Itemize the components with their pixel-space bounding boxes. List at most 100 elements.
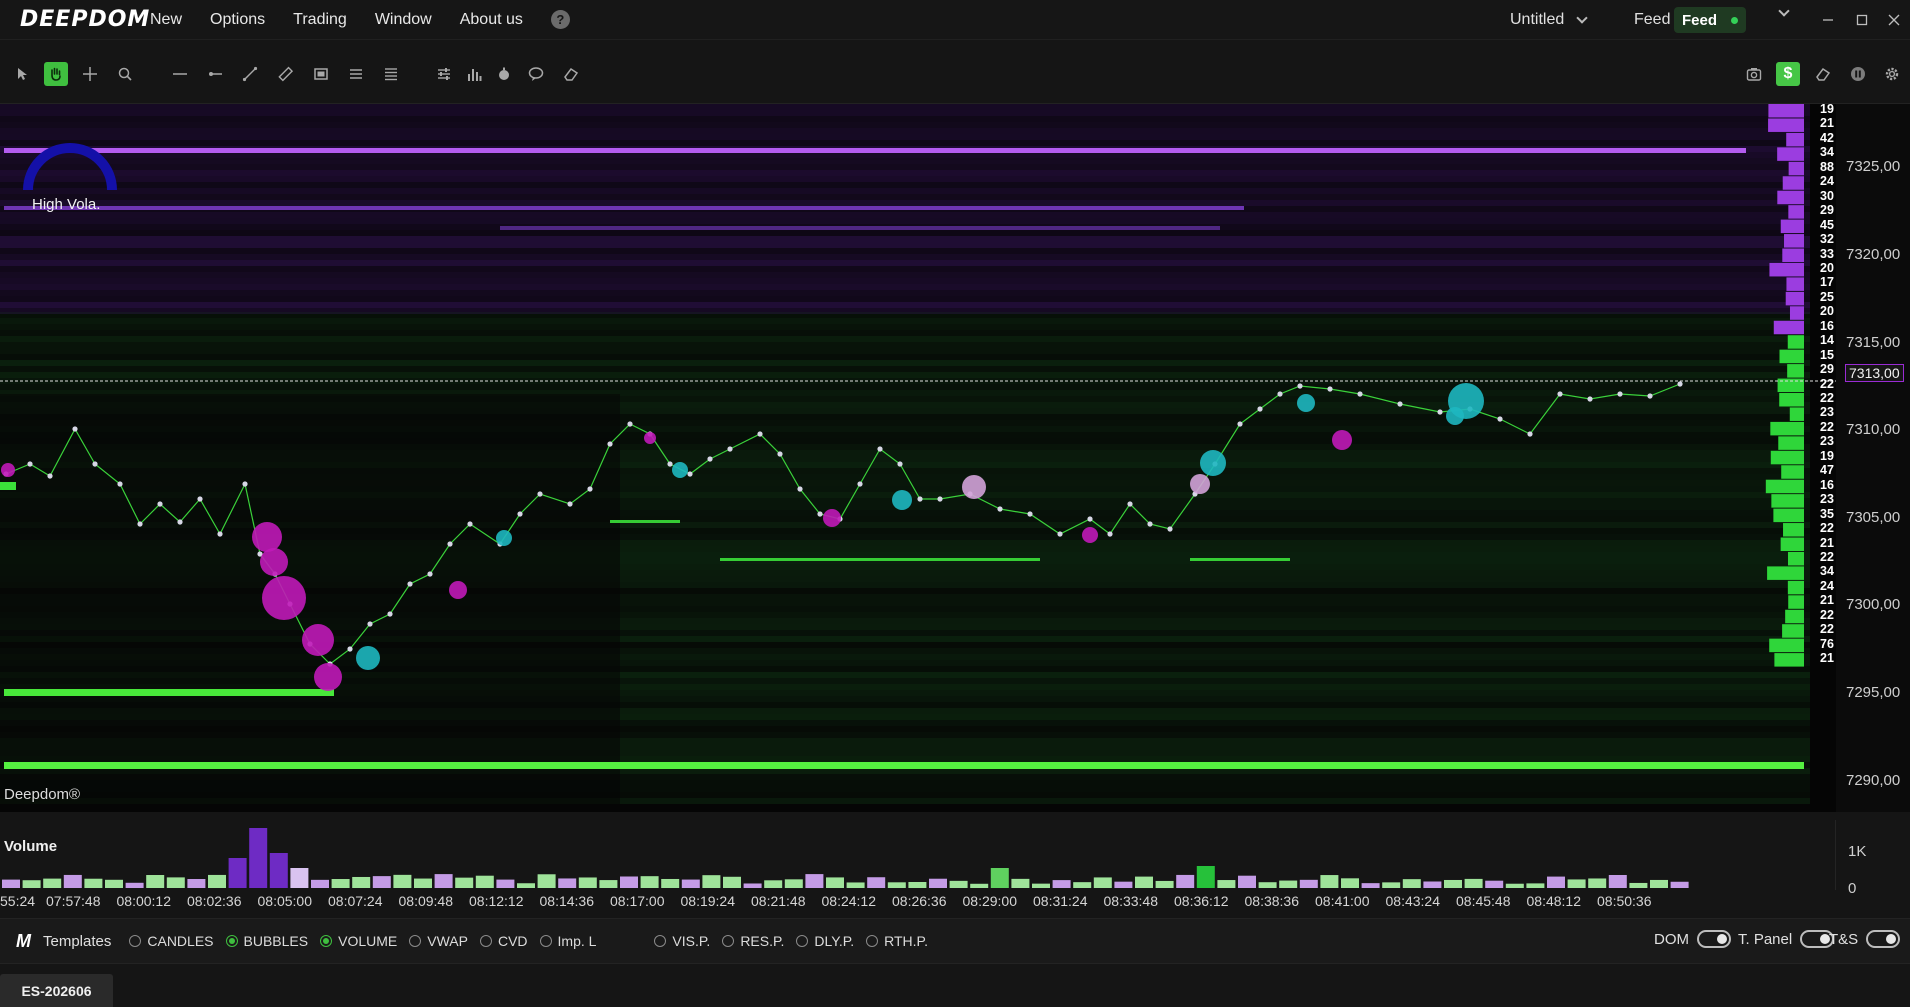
menu-options[interactable]: Options	[210, 11, 265, 29]
price-axis[interactable]: 7325,00 7320,00 7315,00 7310,00 7305,00 …	[1836, 104, 1910, 812]
rectangle-tool[interactable]	[309, 62, 333, 86]
trade-dot	[727, 446, 733, 452]
bid-liquidity-line	[4, 762, 1804, 769]
trade-dot	[467, 521, 473, 527]
ladder-size: 47	[1820, 463, 1834, 478]
bid-profile-bar	[1782, 624, 1804, 638]
timer-tool[interactable]	[492, 62, 516, 86]
list-alt-tool[interactable]	[379, 62, 403, 86]
workspace-selector[interactable]: Untitled	[1510, 0, 1588, 40]
profile-rth[interactable]: RTH.P.	[866, 933, 928, 949]
indicator-bubbles[interactable]: BUBBLES	[225, 933, 308, 949]
trading-mode-button[interactable]: $	[1776, 62, 1800, 86]
close-button[interactable]	[1882, 8, 1906, 32]
menu-window[interactable]: Window	[375, 11, 432, 29]
trendline-tool[interactable]	[238, 62, 262, 86]
time-sales-toggle[interactable]: T&S	[1829, 930, 1901, 948]
time-tick: 08:19:24	[680, 893, 736, 909]
volume-bar	[393, 874, 412, 888]
bar-chart-tool[interactable]	[462, 62, 486, 86]
ask-profile-bar	[1768, 118, 1804, 132]
ladder-size: 45	[1820, 217, 1834, 232]
heatmap-bid-band	[0, 360, 1810, 366]
crosshair-tool[interactable]	[78, 62, 102, 86]
screenshot-button[interactable]	[1742, 62, 1766, 86]
heatmap-ask-band	[0, 158, 1810, 164]
brand-watermark: Deepdom®	[4, 786, 81, 803]
ask-profile-bar	[1786, 132, 1804, 147]
ladder-size: 76	[1820, 636, 1834, 651]
pause-button[interactable]	[1846, 62, 1870, 86]
hand-tool[interactable]	[44, 62, 68, 86]
volume-bar	[640, 876, 659, 888]
toggle-label: DOM	[1654, 930, 1689, 948]
ask-profile-bar	[1786, 277, 1804, 291]
ask-profile-bar	[1780, 219, 1804, 234]
heatmap-ask-band	[0, 302, 1810, 308]
menu-trading[interactable]: Trading	[293, 11, 347, 29]
trade-dot	[707, 456, 713, 462]
heatmap-ask-band	[0, 194, 1810, 200]
menu-about-us[interactable]: About us	[460, 11, 523, 29]
volume-bar	[1444, 879, 1462, 888]
heatmap-bid-band	[0, 324, 1810, 330]
time-tick: 08:36:12	[1174, 893, 1229, 909]
profile-label: RES.P.	[740, 933, 785, 949]
heatmap-ask-band	[0, 140, 1810, 146]
sliders-icon	[438, 68, 450, 80]
indicator-vwap[interactable]: VWAP	[409, 933, 468, 949]
profile-vis[interactable]: VIS.P.	[654, 933, 710, 949]
maximize-button[interactable]	[1850, 8, 1874, 32]
indicator-label: CVD	[497, 933, 528, 949]
profile-dly[interactable]: DLY.P.	[796, 933, 854, 949]
feed-chevron-down-icon[interactable]	[1778, 5, 1790, 17]
profile-res[interactable]: RES.P.	[722, 933, 784, 949]
minimize-button[interactable]	[1816, 8, 1840, 32]
ray-tool[interactable]	[203, 62, 227, 86]
radio-icon	[479, 935, 492, 947]
list-tool[interactable]	[344, 62, 368, 86]
trade-dot	[27, 461, 33, 467]
trade-dot	[1527, 431, 1533, 437]
heatmap-ask-band	[0, 134, 1810, 140]
hline-tool[interactable]	[168, 62, 192, 86]
heatmap-canvas[interactable]	[0, 104, 1910, 812]
ladder-size: 34	[1820, 145, 1834, 160]
pointer-tool[interactable]	[10, 62, 34, 86]
trading-panel-toggle[interactable]: T. Panel	[1738, 930, 1835, 948]
list-alt-icon	[385, 68, 397, 81]
trade-dot	[877, 446, 883, 452]
toggle-switch-icon[interactable]	[1866, 930, 1901, 948]
volume-bar	[1382, 882, 1401, 888]
settings-button[interactable]	[1880, 62, 1904, 86]
zoom-tool[interactable]	[113, 62, 137, 86]
symbol-tab[interactable]: ES-202606	[0, 974, 113, 1007]
trade-dot	[92, 461, 98, 467]
indicator-cvd[interactable]: CVD	[479, 933, 528, 949]
ladder-size: 21	[1820, 116, 1834, 131]
volume-bar	[1135, 876, 1153, 888]
clear-drawings-button[interactable]	[1811, 62, 1835, 86]
comment-tool[interactable]	[524, 62, 548, 86]
menu-new[interactable]: New	[150, 11, 182, 29]
time-tick: 08:07:24	[328, 893, 383, 909]
indicator-candles[interactable]: CANDLES	[129, 933, 214, 949]
indicator-imp-l[interactable]: Imp. L	[539, 933, 596, 949]
toggle-switch-icon[interactable]	[1697, 930, 1731, 948]
templates-button[interactable]: Templates	[43, 933, 111, 950]
eraser-tool[interactable]	[559, 62, 583, 86]
volume-bar	[1032, 883, 1050, 888]
radio-icon	[796, 935, 809, 947]
help-icon[interactable]: ?	[550, 10, 570, 29]
volume-bar	[1423, 881, 1442, 888]
sliders-tool[interactable]	[432, 62, 456, 86]
volume-bar	[743, 883, 762, 888]
ruler-tool[interactable]	[273, 62, 297, 86]
dom-toggle[interactable]: DOM	[1654, 930, 1731, 948]
heatmap-chart[interactable]: High Vola. Deepdom® 7325,00 7320,00 7315…	[0, 102, 1910, 812]
trade-dot	[1297, 383, 1303, 389]
feed-status-button[interactable]: Feed	[1674, 7, 1747, 33]
indicator-volume[interactable]: VOLUME	[320, 933, 397, 949]
radio-icon	[539, 935, 552, 947]
volume-bar	[1011, 878, 1030, 888]
